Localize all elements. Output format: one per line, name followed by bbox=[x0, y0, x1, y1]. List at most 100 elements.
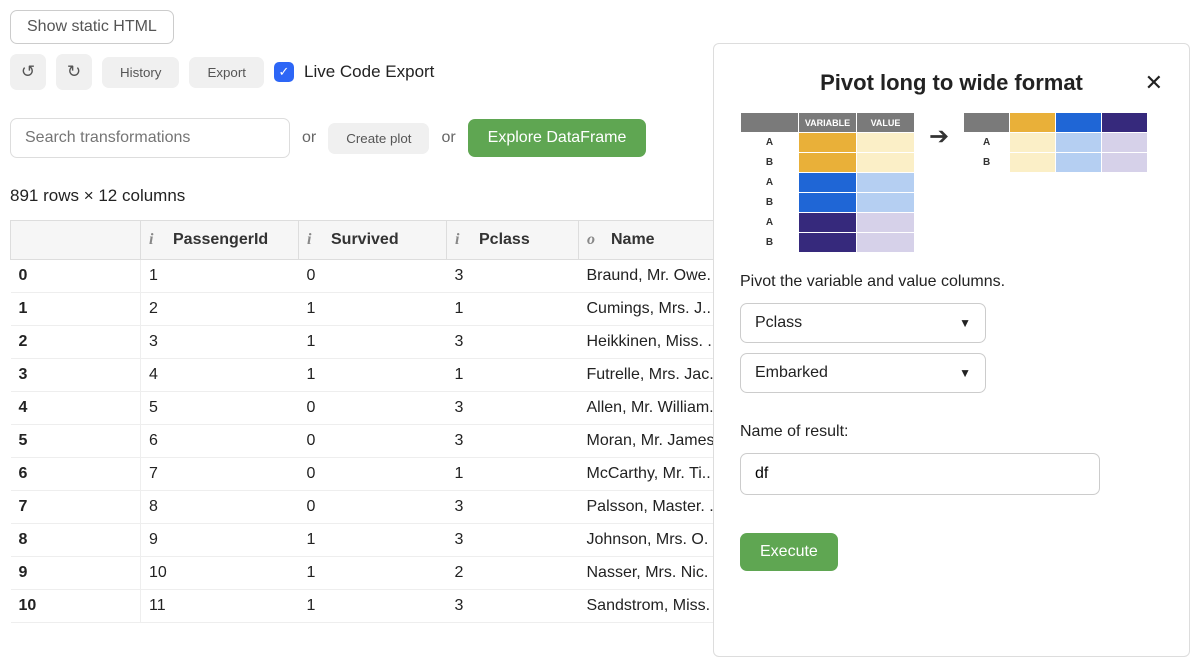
col-pclass-header[interactable]: iPclass bbox=[447, 221, 579, 260]
chevron-down-icon: ▼ bbox=[959, 366, 971, 380]
close-panel-button[interactable]: ✕ bbox=[1139, 70, 1163, 96]
cell-survived: 1 bbox=[299, 326, 447, 359]
table-row[interactable]: 0103Braund, Mr. Owe. bbox=[11, 260, 719, 293]
row-index: 0 bbox=[11, 260, 141, 293]
cell-passengerid: 4 bbox=[141, 359, 299, 392]
cell-passengerid: 5 bbox=[141, 392, 299, 425]
cell-passengerid: 10 bbox=[141, 557, 299, 590]
cell-survived: 0 bbox=[299, 392, 447, 425]
table-row[interactable]: 7803Palsson, Master. . bbox=[11, 491, 719, 524]
cell-pclass: 1 bbox=[447, 293, 579, 326]
table-row[interactable]: 5603Moran, Mr. James bbox=[11, 425, 719, 458]
cell-survived: 0 bbox=[299, 425, 447, 458]
cell-pclass: 3 bbox=[447, 491, 579, 524]
cell-name: Moran, Mr. James bbox=[579, 425, 719, 458]
variable-column-select[interactable]: Pclass ▼ bbox=[740, 303, 986, 343]
table-row[interactable]: 3411Futrelle, Mrs. Jac. bbox=[11, 359, 719, 392]
wide-format-diagram: A B bbox=[963, 112, 1148, 173]
row-index: 8 bbox=[11, 524, 141, 557]
row-index: 10 bbox=[11, 590, 141, 623]
pivot-diagram: VARIABLEVALUE A B A B A B ➔ A B bbox=[740, 112, 1163, 253]
row-index: 6 bbox=[11, 458, 141, 491]
value-column-select[interactable]: Embarked ▼ bbox=[740, 353, 986, 393]
object-type-icon: o bbox=[587, 231, 605, 249]
table-row[interactable]: 8913Johnson, Mrs. O. bbox=[11, 524, 719, 557]
index-header[interactable] bbox=[11, 221, 141, 260]
live-code-export-checkbox[interactable]: ✓ bbox=[274, 62, 294, 82]
cell-name: Futrelle, Mrs. Jac. bbox=[579, 359, 719, 392]
cell-name: Braund, Mr. Owe. bbox=[579, 260, 719, 293]
table-row[interactable]: 1211Cumings, Mrs. J.. bbox=[11, 293, 719, 326]
col-passengerid-header[interactable]: iPassengerId bbox=[141, 221, 299, 260]
result-name-input[interactable] bbox=[740, 453, 1100, 495]
cell-name: Heikkinen, Miss. . bbox=[579, 326, 719, 359]
row-index: 9 bbox=[11, 557, 141, 590]
row-index: 3 bbox=[11, 359, 141, 392]
int-type-icon: i bbox=[149, 231, 167, 249]
cell-survived: 1 bbox=[299, 359, 447, 392]
row-index: 7 bbox=[11, 491, 141, 524]
undo-button[interactable]: ↺ bbox=[10, 54, 46, 90]
redo-icon: ↻ bbox=[67, 62, 81, 81]
show-static-html-button[interactable]: Show static HTML bbox=[10, 10, 174, 44]
cell-pclass: 3 bbox=[447, 326, 579, 359]
name-of-result-label: Name of result: bbox=[740, 423, 1163, 441]
cell-name: Nasser, Mrs. Nic. bbox=[579, 557, 719, 590]
cell-name: Palsson, Master. . bbox=[579, 491, 719, 524]
cell-passengerid: 3 bbox=[141, 326, 299, 359]
cell-pclass: 3 bbox=[447, 260, 579, 293]
or-text-1: or bbox=[302, 129, 316, 147]
table-row[interactable]: 101113Sandstrom, Miss. bbox=[11, 590, 719, 623]
check-icon: ✓ bbox=[279, 64, 290, 80]
table-row[interactable]: 6701McCarthy, Mr. Ti.. bbox=[11, 458, 719, 491]
create-plot-button[interactable]: Create plot bbox=[328, 123, 429, 154]
cell-pclass: 1 bbox=[447, 458, 579, 491]
undo-icon: ↺ bbox=[21, 62, 35, 81]
cell-passengerid: 11 bbox=[141, 590, 299, 623]
search-transformations-input[interactable] bbox=[10, 118, 290, 158]
cell-passengerid: 8 bbox=[141, 491, 299, 524]
col-survived-header[interactable]: iSurvived bbox=[299, 221, 447, 260]
cell-survived: 1 bbox=[299, 524, 447, 557]
chevron-down-icon: ▼ bbox=[959, 316, 971, 330]
history-button[interactable]: History bbox=[102, 57, 179, 88]
cell-survived: 1 bbox=[299, 557, 447, 590]
cell-pclass: 3 bbox=[447, 425, 579, 458]
live-code-export-label: Live Code Export bbox=[304, 62, 434, 82]
cell-pclass: 1 bbox=[447, 359, 579, 392]
row-index: 4 bbox=[11, 392, 141, 425]
close-icon: ✕ bbox=[1145, 70, 1163, 95]
execute-button[interactable]: Execute bbox=[740, 533, 838, 571]
cell-passengerid: 6 bbox=[141, 425, 299, 458]
cell-survived: 1 bbox=[299, 293, 447, 326]
cell-pclass: 2 bbox=[447, 557, 579, 590]
cell-passengerid: 7 bbox=[141, 458, 299, 491]
export-button[interactable]: Export bbox=[189, 57, 264, 88]
explore-dataframe-button[interactable]: Explore DataFrame bbox=[468, 119, 647, 157]
cell-survived: 0 bbox=[299, 458, 447, 491]
data-table: iPassengerId iSurvived iPclass oName 010… bbox=[10, 220, 719, 623]
cell-survived: 0 bbox=[299, 491, 447, 524]
row-index: 2 bbox=[11, 326, 141, 359]
table-row[interactable]: 2313Heikkinen, Miss. . bbox=[11, 326, 719, 359]
row-index: 5 bbox=[11, 425, 141, 458]
cell-name: Johnson, Mrs. O. bbox=[579, 524, 719, 557]
cell-pclass: 3 bbox=[447, 392, 579, 425]
cell-passengerid: 2 bbox=[141, 293, 299, 326]
long-format-diagram: VARIABLEVALUE A B A B A B bbox=[740, 112, 915, 253]
int-type-icon: i bbox=[455, 231, 473, 249]
arrow-right-icon: ➔ bbox=[929, 122, 949, 151]
int-type-icon: i bbox=[307, 231, 325, 249]
col-name-header[interactable]: oName bbox=[579, 221, 719, 260]
cell-name: McCarthy, Mr. Ti.. bbox=[579, 458, 719, 491]
table-row[interactable]: 4503Allen, Mr. William. bbox=[11, 392, 719, 425]
pivot-instruction: Pivot the variable and value columns. bbox=[740, 273, 1163, 291]
cell-pclass: 3 bbox=[447, 524, 579, 557]
or-text-2: or bbox=[441, 129, 455, 147]
cell-passengerid: 9 bbox=[141, 524, 299, 557]
redo-button[interactable]: ↻ bbox=[56, 54, 92, 90]
table-row[interactable]: 91012Nasser, Mrs. Nic. bbox=[11, 557, 719, 590]
row-index: 1 bbox=[11, 293, 141, 326]
panel-title: Pivot long to wide format bbox=[764, 70, 1139, 96]
cell-name: Cumings, Mrs. J.. bbox=[579, 293, 719, 326]
